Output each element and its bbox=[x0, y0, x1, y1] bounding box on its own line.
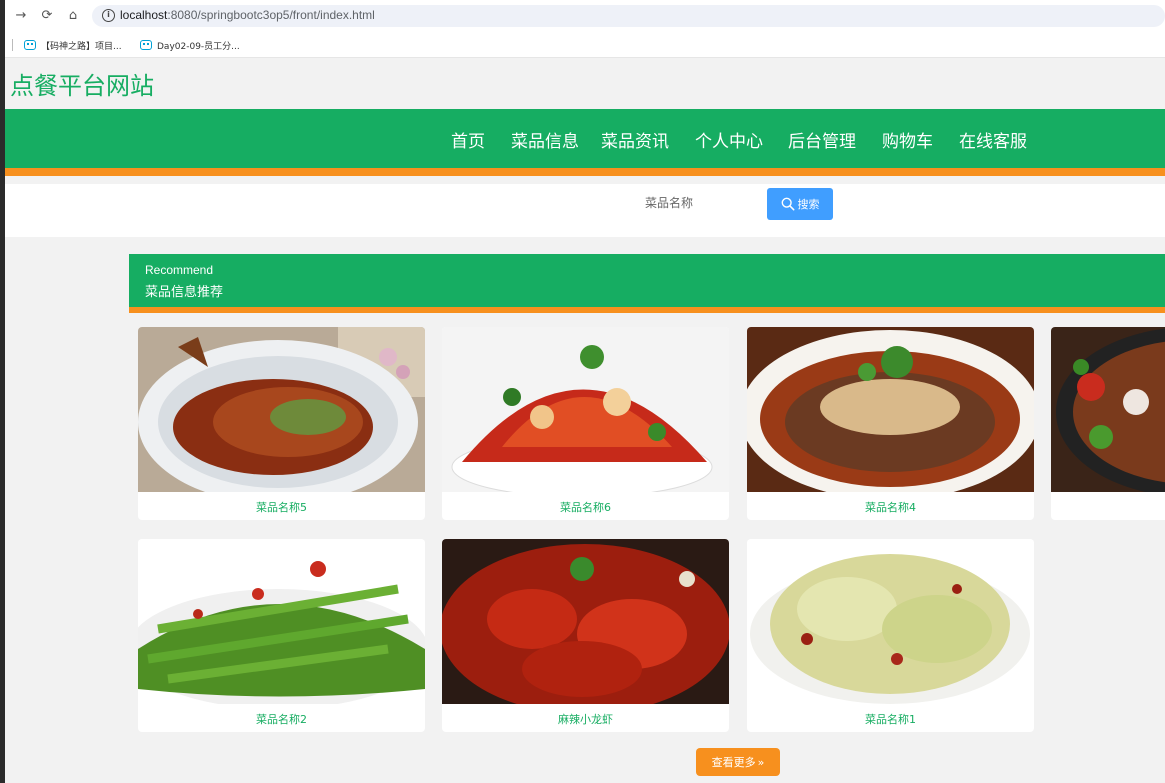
browser-toolbar: → ⟳ ⌂ i localhost:8080/springbootc3op5/f… bbox=[5, 0, 1165, 32]
search-bar: 搜索 bbox=[5, 184, 1165, 237]
dish-name: 菜品名称6 bbox=[560, 501, 611, 514]
address-bar[interactable]: i localhost:8080/springbootc3op5/front/i… bbox=[92, 5, 1165, 27]
bookmarks-divider bbox=[12, 39, 13, 51]
dish-image-stir-fried-cabbage bbox=[747, 539, 1034, 704]
view-more-button[interactable]: 查看更多 » bbox=[696, 748, 780, 776]
dish-image-dry-fried-green-beans bbox=[138, 539, 425, 704]
double-chevron-right-icon: » bbox=[757, 755, 765, 769]
bookmarks-bar: 【码神之路】项目... Day02-09-员工分... bbox=[5, 32, 1165, 58]
reload-icon[interactable]: ⟳ bbox=[37, 6, 57, 26]
nav-item-support[interactable]: 在线客服 bbox=[959, 127, 1027, 152]
dish-name: 菜品名称1 bbox=[865, 713, 916, 726]
bilibili-icon bbox=[24, 40, 36, 50]
dish-image-sliced-beef-sesame bbox=[747, 327, 1034, 492]
main-nav: 首页 菜品信息 菜品资讯 个人中心 后台管理 购物车 在线客服 bbox=[5, 109, 1165, 176]
dish-card[interactable]: 麻辣小龙虾 bbox=[442, 539, 729, 732]
dish-card[interactable]: 菜品名称1 bbox=[747, 539, 1034, 732]
home-icon[interactable]: ⌂ bbox=[63, 6, 83, 26]
nav-item-home[interactable]: 首页 bbox=[451, 127, 485, 152]
dish-name: 菜品名称4 bbox=[865, 501, 916, 514]
dish-name: 麻辣小龙虾 bbox=[558, 713, 613, 726]
dish-image-braised-fish bbox=[138, 327, 425, 492]
bookmark-label: Day02-09-员工分... bbox=[157, 41, 240, 52]
nav-item-news[interactable]: 菜品资讯 bbox=[601, 127, 669, 152]
forward-icon[interactable]: → bbox=[11, 6, 31, 26]
bookmark-label: 【码神之路】项目... bbox=[41, 41, 122, 52]
dish-card[interactable]: 菜品名称6 bbox=[442, 327, 729, 520]
nav-item-admin[interactable]: 后台管理 bbox=[788, 127, 856, 152]
bookmark-item[interactable]: 【码神之路】项目... bbox=[24, 37, 122, 53]
dish-card[interactable]: 菜品名称2 bbox=[138, 539, 425, 732]
dish-image-stir-fried-pepper-meat bbox=[1051, 327, 1165, 492]
search-input[interactable] bbox=[645, 188, 765, 218]
search-button-label: 搜索 bbox=[797, 198, 820, 211]
dish-card[interactable]: 菜品名称4 bbox=[747, 327, 1034, 520]
search-icon bbox=[781, 197, 794, 211]
nav-item-profile[interactable]: 个人中心 bbox=[695, 127, 763, 152]
bilibili-icon bbox=[140, 40, 152, 50]
browser-window: → ⟳ ⌂ i localhost:8080/springbootc3op5/f… bbox=[5, 0, 1165, 783]
dish-name: 菜品名称5 bbox=[256, 501, 307, 514]
section-title-en: Recommend bbox=[145, 263, 214, 277]
site-info-icon[interactable]: i bbox=[102, 9, 115, 22]
nav-item-dishes[interactable]: 菜品信息 bbox=[511, 127, 579, 152]
bookmark-item[interactable]: Day02-09-员工分... bbox=[140, 37, 240, 53]
search-button[interactable]: 搜索 bbox=[767, 188, 833, 220]
dish-name: 菜品名称2 bbox=[256, 713, 307, 726]
site-title: 点餐平台网站 bbox=[10, 72, 154, 100]
section-title: 菜品信息推荐 bbox=[145, 285, 224, 300]
dish-image-spicy-chili-dish bbox=[442, 327, 729, 492]
dish-image-spicy-crayfish bbox=[442, 539, 729, 704]
nav-item-cart[interactable]: 购物车 bbox=[882, 127, 933, 152]
dish-card[interactable]: 菜品名称5 bbox=[138, 327, 425, 520]
url-text[interactable]: localhost:8080/springbootc3op5/front/ind… bbox=[120, 8, 375, 22]
recommend-header: Recommend 菜品信息推荐 bbox=[129, 254, 1165, 313]
view-more-label: 查看更多 bbox=[711, 756, 756, 769]
dish-card[interactable] bbox=[1051, 327, 1165, 520]
